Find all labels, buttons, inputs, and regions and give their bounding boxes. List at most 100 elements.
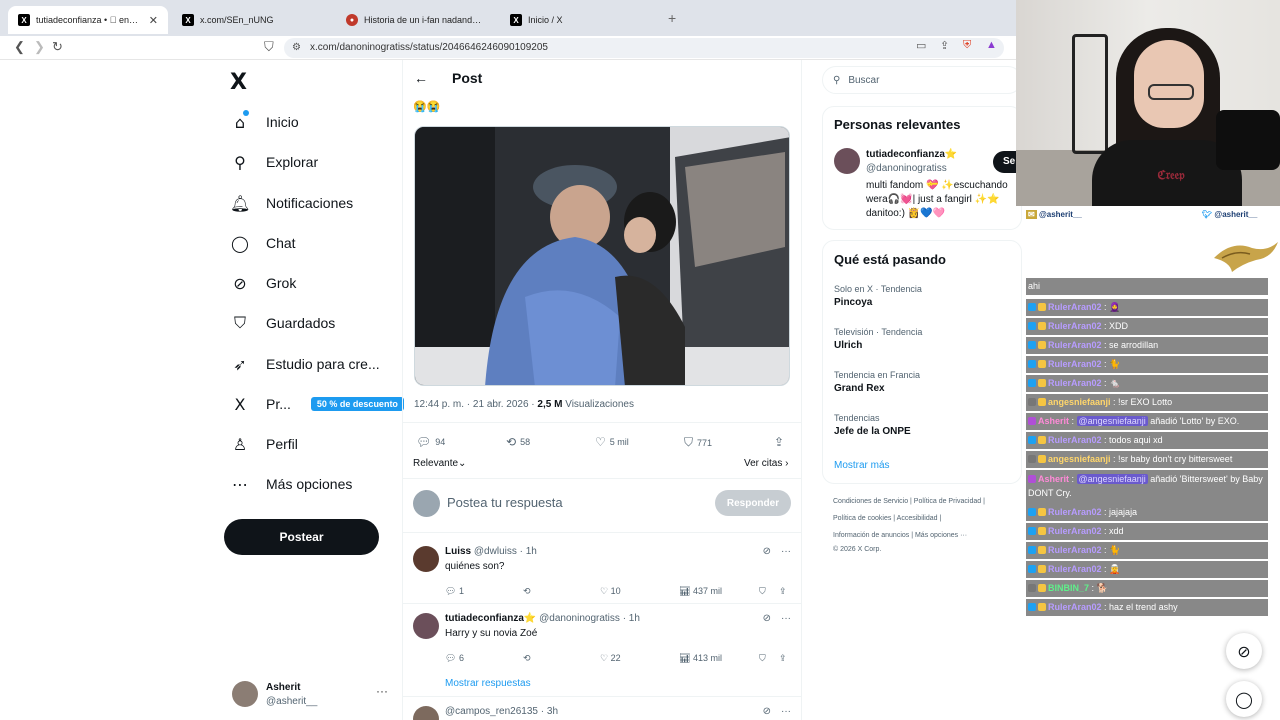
browser-tab-2[interactable]: X x.com/SEn_nUNG (172, 6, 332, 34)
chat-user[interactable]: RulerAran02 (1048, 564, 1102, 574)
chat-mention[interactable]: @angesniefaanji (1076, 416, 1148, 426)
chat-user[interactable]: angesniefaanji (1048, 397, 1111, 407)
chat-user[interactable]: RulerAran02 (1048, 435, 1102, 445)
sidebar-item-notificaciones[interactable]: 🔔︎ Notificaciones (230, 191, 353, 215)
chat-user[interactable]: RulerAran02 (1048, 545, 1102, 555)
show-replies-link[interactable]: Mostrar respuestas (445, 678, 531, 689)
trend-item[interactable]: Pincoya (834, 297, 872, 308)
views-button[interactable]: 📊︎ 413 mil (679, 653, 722, 664)
account-switcher[interactable]: Asherit @asherit__ ··· (232, 680, 392, 710)
profile-name[interactable]: tutiadeconfianza⭐ (866, 149, 957, 160)
chat-mention[interactable]: @angesniefaanji (1076, 474, 1148, 484)
chat-user[interactable]: RulerAran02 (1048, 359, 1102, 369)
sidebar-item-guardados[interactable]: ⛉ Guardados (230, 311, 335, 335)
quotes-link[interactable]: Ver citas › (744, 458, 788, 469)
search-input[interactable]: ⚲ Buscar (822, 66, 1022, 94)
rewards-icon[interactable]: ▲ (986, 39, 997, 51)
sidebar-item-perfil[interactable]: ♙ Perfil (230, 432, 298, 456)
reply-item[interactable]: tutiadeconfianza⭐ @danoninogratiss · 1h … (413, 613, 791, 669)
share-icon[interactable]: ⇪ (940, 39, 949, 52)
more-icon[interactable]: ··· (376, 684, 388, 698)
sidebar-item-estudio[interactable]: ➶ Estudio para cre... (230, 352, 379, 376)
chat-user[interactable]: Asherit (1038, 416, 1069, 426)
reply-tools: ⊘ ··· (763, 546, 791, 557)
url-field[interactable]: ⚙ x.com/danoninogratiss/status/204664624… (284, 38, 1004, 58)
new-tab-icon[interactable]: + (668, 10, 676, 26)
more-icon[interactable]: ··· (781, 613, 791, 624)
post-button[interactable]: Postear (224, 519, 379, 555)
trend-item[interactable]: Grand Rex (834, 383, 885, 394)
trend-item[interactable]: Ulrich (834, 340, 862, 351)
post-image[interactable] (414, 126, 790, 386)
reply-submit-button[interactable]: Responder (715, 490, 791, 516)
like-button[interactable]: ♡ 10 (600, 586, 621, 597)
reply-actions: 💬︎ 1 ⟲ ♡ 10 📊︎ 437 mil ⛉ ⇪ (445, 586, 791, 600)
post-timestamp[interactable]: 12:44 p. m. · 21 abr. 2026 · (414, 399, 535, 410)
share-icon[interactable]: ⇪ (779, 653, 787, 664)
browser-tab-1[interactable]: X tutiadeconfianza • ⃞ en X: "MÁTE ✕ (8, 6, 168, 34)
reply-button[interactable]: 💬︎ 94 (416, 435, 445, 449)
chat-user[interactable]: RulerAran02 (1048, 602, 1102, 612)
chat-user[interactable]: RulerAran02 (1048, 507, 1102, 517)
sidebar-item-inicio[interactable]: ⌂ Inicio (230, 110, 299, 134)
chat-user[interactable]: RulerAran02 (1048, 321, 1102, 331)
footer-links[interactable]: Política de cookies | Accesibilidad | (833, 515, 941, 522)
browser-tab-4[interactable]: X Inicio / X (500, 6, 660, 34)
grok-icon[interactable]: ⊘ (763, 706, 771, 717)
sidebar-item-explorar[interactable]: ⚲ Explorar (230, 150, 318, 174)
sidebar-item-premium[interactable]: X Pr... 50 % de descuento (230, 392, 404, 416)
like-button[interactable]: ♡ 5 mil (595, 435, 629, 449)
site-settings-icon[interactable]: ⚙ (292, 38, 301, 58)
chat-user[interactable]: RulerAran02 (1048, 378, 1102, 388)
back-arrow-icon[interactable]: ← (414, 70, 428, 86)
bookmark-button[interactable]: ⛉ 771 (684, 435, 712, 450)
reply-item[interactable]: Luiss @dwluiss · 1h ⊘ ··· quiénes son? 💬… (413, 546, 791, 602)
repost-icon[interactable]: ⟲ (523, 586, 531, 597)
bookmark-icon[interactable]: ⛉ (759, 586, 766, 597)
sidebar-item-grok[interactable]: ⊘ Grok (230, 271, 296, 295)
reply-item[interactable]: @campos_ren26135 · 3h ⊘ ··· (413, 706, 791, 720)
more-icon[interactable]: ··· (781, 706, 791, 717)
reply-button[interactable]: 💬︎ 1 (445, 586, 464, 597)
share-button[interactable]: ⇪ (774, 435, 784, 449)
like-button[interactable]: ♡ 22 (600, 653, 621, 664)
grok-floating-button[interactable]: ⊘ (1226, 633, 1262, 669)
browser-tab-3[interactable]: ● Historia de un i-fan nadando en un (336, 6, 496, 34)
more-icon[interactable]: ··· (781, 546, 791, 557)
chat-user[interactable]: RulerAran02 (1048, 526, 1102, 536)
chat-user[interactable]: BINBIN_7 (1048, 583, 1089, 593)
forward-arrow-icon[interactable]: ❯ (34, 39, 45, 55)
back-arrow-icon[interactable]: ❮ (14, 39, 25, 55)
repost-icon[interactable]: ⟲ (523, 653, 531, 664)
bookmark-page-icon[interactable]: ⛉ (264, 39, 274, 55)
brave-shield-icon[interactable]: ⛨ (963, 39, 971, 52)
reload-icon[interactable]: ↻ (52, 39, 63, 55)
sort-dropdown[interactable]: Relevante⌄ (413, 458, 466, 469)
views-button[interactable]: 📊︎ 437 mil (679, 586, 722, 597)
close-icon[interactable]: ✕ (149, 14, 158, 27)
x-logo-icon[interactable]: X (230, 70, 247, 95)
cast-icon[interactable]: ▭ (916, 39, 926, 52)
footer-links[interactable]: Condiciones de Servicio | Política de Pr… (833, 498, 985, 505)
footer-links[interactable]: Información de anuncios | Más opciones ·… (833, 532, 967, 539)
bookmark-icon[interactable]: ⛉ (759, 653, 766, 664)
messages-floating-button[interactable]: ◯ (1226, 681, 1262, 717)
reply-author[interactable]: tutiadeconfianza⭐ (445, 613, 536, 624)
grok-icon[interactable]: ⊘ (763, 613, 771, 624)
chat-user[interactable]: RulerAran02 (1048, 340, 1102, 350)
avatar[interactable] (834, 148, 860, 174)
sidebar-item-mas-opciones[interactable]: ⋯ Más opciones (230, 472, 352, 496)
share-icon[interactable]: ⇪ (779, 586, 787, 597)
grok-icon[interactable]: ⊘ (763, 546, 771, 557)
discount-badge[interactable]: 50 % de descuento (310, 397, 404, 411)
reply-input[interactable]: Postea tu respuesta (447, 495, 563, 510)
reply-author[interactable]: Luiss (445, 546, 471, 557)
sidebar-item-chat[interactable]: ◯ Chat (230, 231, 296, 255)
chat-user[interactable]: angesniefaanji (1048, 454, 1111, 464)
chat-user[interactable]: RulerAran02 (1048, 302, 1102, 312)
chat-user[interactable]: Asherit (1038, 474, 1069, 484)
show-more-link[interactable]: Mostrar más (834, 460, 890, 471)
repost-button[interactable]: ⟲ 58 (506, 435, 530, 449)
trend-item[interactable]: Jefe de la ONPE (834, 426, 911, 437)
reply-button[interactable]: 💬︎ 6 (445, 653, 464, 664)
